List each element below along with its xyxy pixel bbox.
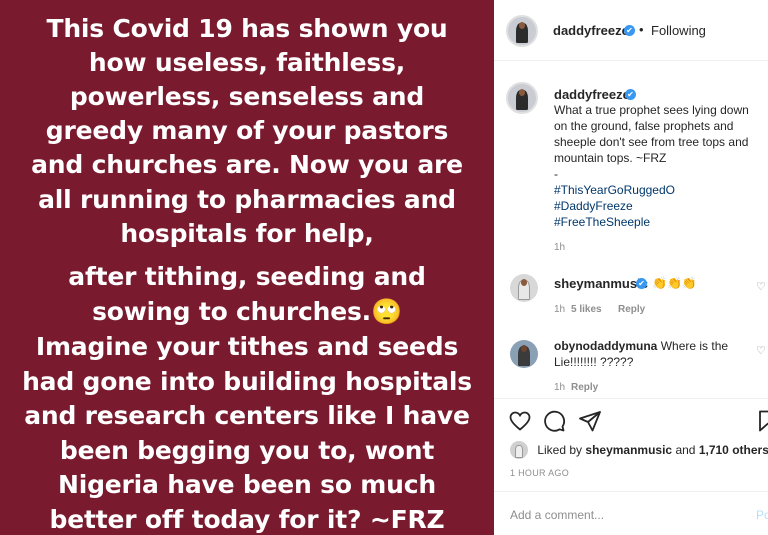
comment-input[interactable]: Add a comment... <box>510 508 604 522</box>
post-text-line: and research centers like I have <box>24 401 470 430</box>
comment-time[interactable]: 1h <box>554 304 565 315</box>
action-bar <box>494 398 768 438</box>
share-icon[interactable] <box>578 409 602 433</box>
hashtag-link[interactable]: #ThisYearGoRuggedO <box>554 182 764 198</box>
post-image: This Covid 19 has shown you how useless,… <box>0 0 494 535</box>
caption-avatar[interactable] <box>506 82 538 114</box>
caption-body: What a true prophet sees lying down on t… <box>554 102 764 230</box>
post-header: daddyfreeze ✔ • Following <box>494 0 768 61</box>
post-text-line: powerless, senseless and <box>69 82 425 111</box>
comment-time[interactable]: 1h <box>554 382 565 393</box>
comment-icon[interactable] <box>542 409 566 433</box>
add-comment-bar: Add a comment... Po <box>494 491 768 535</box>
verified-icon: ✔ <box>636 278 647 289</box>
post-text-line: been begging you to, wont <box>59 436 435 465</box>
post-text-line: had gone into building hospitals <box>22 367 472 396</box>
post-text-line: hospitals for help, <box>120 219 374 248</box>
liker-username[interactable]: sheymanmusic <box>585 443 672 457</box>
post-text-line: Imagine your tithes and seeds <box>35 332 459 361</box>
comment-likes[interactable]: 5 likes <box>571 304 602 315</box>
likes-prefix: Liked by <box>537 443 583 457</box>
following-button[interactable]: Following <box>651 23 706 38</box>
post-timestamp[interactable]: 1 HOUR AGO <box>510 468 569 478</box>
comment-username[interactable]: obynodaddymuna <box>554 339 657 353</box>
heart-icon[interactable]: ♡ <box>756 344 766 357</box>
post-text-line: sowing to churches.🙄 <box>92 297 402 326</box>
post-text-line: Nigeria have been so much <box>58 470 436 499</box>
reply-button[interactable]: Reply <box>618 304 645 315</box>
likes-count[interactable]: 1,710 others <box>699 443 768 457</box>
post-sidebar: daddyfreeze ✔ • Following daddyfreeze ✔ … <box>494 0 768 535</box>
comment-username[interactable]: sheymanmusic <box>554 276 648 291</box>
likes-summary: Liked by sheymanmusic and 1,710 others <box>510 441 768 459</box>
post-text-line: all running to pharmacies and <box>38 185 456 214</box>
liker-avatar[interactable] <box>510 441 528 459</box>
hashtag-link[interactable]: #FreeTheSheeple <box>554 214 764 230</box>
like-heart-icon[interactable] <box>508 409 532 433</box>
header-username[interactable]: daddyfreeze <box>553 23 629 38</box>
caption-dash: - <box>554 167 558 181</box>
post-text-line: better off today for it? ~FRZ <box>49 505 445 534</box>
reply-button[interactable]: Reply <box>571 382 598 393</box>
post-text-line: and churches are. Now you are <box>31 150 463 179</box>
bookmark-icon[interactable] <box>756 409 768 433</box>
comment-body: obynodaddymuna Where is the Lie!!!!!!!! … <box>554 338 754 370</box>
post-text-line: after tithing, seeding and <box>68 262 426 291</box>
caption-time[interactable]: 1h <box>554 242 565 253</box>
separator-dot: • <box>639 22 644 37</box>
verified-icon: ✔ <box>624 25 635 36</box>
commenter-avatar[interactable] <box>510 274 538 302</box>
post-button[interactable]: Po <box>756 508 768 522</box>
heart-icon[interactable]: ♡ <box>756 280 766 293</box>
caption-username[interactable]: daddyfreeze <box>554 87 630 102</box>
post-text-line: This Covid 19 has shown you <box>46 14 448 43</box>
avatar[interactable] <box>506 15 538 47</box>
likes-and: and <box>675 443 696 457</box>
commenter-avatar[interactable] <box>510 340 538 368</box>
post-text-line: greedy many of your pastors <box>45 116 449 145</box>
post-text-line: how useless, faithless, <box>88 48 406 77</box>
hashtag-link[interactable]: #DaddyFreeze <box>554 198 764 214</box>
caption-text: What a true prophet sees lying down on t… <box>554 103 749 165</box>
verified-icon: ✔ <box>625 89 636 100</box>
comment-text: 👏👏👏 <box>652 276 697 290</box>
